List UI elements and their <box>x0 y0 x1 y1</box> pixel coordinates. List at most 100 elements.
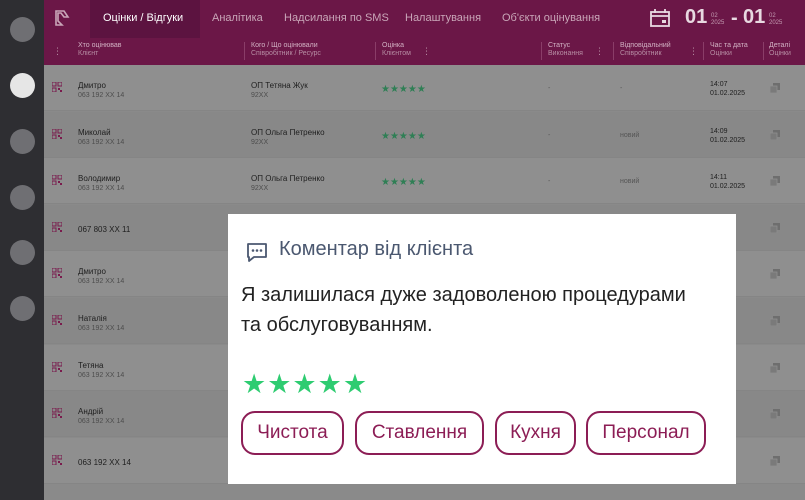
tab-objects[interactable]: Об'єкти оцінування <box>502 12 600 24</box>
qr-code-icon[interactable] <box>52 175 62 186</box>
table-header: ⋮ Хто оцінював Клієнт Кого / Що оцінювали… <box>44 38 805 65</box>
details-icon[interactable] <box>770 316 780 326</box>
timestamp: 14:09 01.02.2025 <box>710 127 745 145</box>
details-icon[interactable] <box>770 362 780 373</box>
rail-nav-item[interactable] <box>10 17 35 42</box>
employee-code: 92XX <box>251 185 269 193</box>
left-rail <box>0 0 44 500</box>
column-divider <box>541 42 542 60</box>
rail-nav-item-active[interactable] <box>10 73 35 98</box>
column-header-details[interactable]: Деталі Оцінки <box>769 42 791 58</box>
column-menu-icon[interactable]: ⋮ <box>53 46 62 57</box>
details-icon[interactable] <box>770 269 780 280</box>
column-title: Відповідальний <box>620 42 671 49</box>
logo-icon[interactable] <box>52 8 72 28</box>
qr-code-icon[interactable] <box>52 268 62 279</box>
client-phone: 063 192 XX 14 <box>78 278 125 286</box>
top-bar: Оцінки / Відгуки Аналітика Надсилання по… <box>44 0 805 38</box>
qr-code-icon[interactable] <box>52 221 62 232</box>
tab-settings[interactable]: Налаштування <box>405 12 481 24</box>
client-name: Наталія <box>78 314 107 323</box>
comment-text: Я залишилася дуже задоволеною процедурам… <box>241 284 686 336</box>
row-rating-stars: ★★★★★ <box>381 177 426 189</box>
column-subtitle: Співробітник <box>620 50 662 57</box>
date-separator: - <box>731 7 738 29</box>
client-phone: 063 192 XX 14 <box>78 457 131 467</box>
tag-cleanliness[interactable]: Чистота <box>241 411 344 455</box>
tag-staff[interactable]: Персонал <box>586 411 706 455</box>
column-menu-icon[interactable]: ⋮ <box>595 46 604 57</box>
column-subtitle: Співробітник / Ресурс <box>251 50 321 57</box>
column-title: Деталі <box>769 42 791 49</box>
row-rating-stars: ★★★★★ <box>381 84 426 95</box>
row-rating-stars: ★★★★★ <box>381 130 426 142</box>
modal-title: Коментар від клієнта <box>279 238 474 260</box>
details-icon[interactable] <box>770 409 780 420</box>
table-row[interactable]: Володимир 063 192 XX 14 ОП Ольга Петренко 9… <box>44 158 805 205</box>
client-phone: 063 192 XX 14 <box>78 371 125 379</box>
client-phone: 063 192 XX 14 <box>78 185 125 193</box>
client-name: Дмитро <box>78 81 106 90</box>
column-divider <box>703 42 704 60</box>
column-title: Хто оцінював <box>78 42 122 49</box>
qr-code-icon[interactable] <box>52 315 62 325</box>
qr-code-icon[interactable] <box>52 128 62 139</box>
time-value: 14:09 <box>710 127 728 135</box>
column-divider <box>763 42 764 60</box>
rating-stars: ★★★★★ <box>242 369 369 399</box>
column-divider <box>244 42 245 60</box>
employee-code: 92XX <box>251 92 269 99</box>
client-name: Миколай <box>78 127 111 137</box>
details-icon[interactable] <box>770 222 780 233</box>
column-header-employee[interactable]: Кого / Що оцінювали Співробітник / Ресурс <box>251 42 321 58</box>
status-value: - <box>548 131 551 139</box>
column-header-responsible[interactable]: Відповідальний Співробітник <box>620 42 671 58</box>
column-header-status[interactable]: Статус Виконання <box>548 42 583 58</box>
status-value: - <box>548 85 551 92</box>
column-subtitle: Виконання <box>548 50 583 57</box>
date-to-day[interactable]: 01 <box>743 6 765 29</box>
column-divider <box>375 42 376 60</box>
column-header-rating[interactable]: Оцінка Клієнтом <box>382 42 411 58</box>
calendar-icon[interactable] <box>650 9 670 27</box>
column-menu-icon[interactable]: ⋮ <box>422 46 431 57</box>
tab-reviews[interactable]: Оцінки / Відгуки <box>103 12 183 24</box>
employee-name: ОП Ольга Петренко <box>251 127 325 137</box>
column-menu-icon[interactable]: ⋮ <box>689 46 698 57</box>
table-row[interactable]: Миколай 063 192 XX 14 ОП Ольга Петренко 92X… <box>44 111 805 158</box>
column-title: Час та дата <box>710 42 748 49</box>
rail-nav-item[interactable] <box>10 296 35 321</box>
details-icon[interactable] <box>770 129 780 140</box>
tab-analytics[interactable]: Аналітика <box>212 12 263 24</box>
column-subtitle: Клієнт <box>78 50 99 57</box>
qr-code-icon[interactable] <box>52 408 62 419</box>
tag-attitude[interactable]: Ставлення <box>355 411 484 455</box>
date-to-month: 02 <box>769 13 776 19</box>
date-from-day[interactable]: 01 <box>685 6 707 29</box>
client-name: Андрій <box>78 407 104 417</box>
column-header-time[interactable]: Час та дата Оцінки <box>710 42 748 58</box>
client-phone: 067 803 XX 11 <box>78 224 131 234</box>
tab-sms[interactable]: Надсилання по SMS <box>284 12 389 24</box>
column-header-client[interactable]: Хто оцінював Клієнт <box>78 42 121 58</box>
time-value: 14:11 <box>710 174 727 182</box>
details-icon[interactable] <box>770 176 780 187</box>
time-value: 14:07 <box>710 81 728 88</box>
tag-kitchen[interactable]: Кухня <box>495 411 576 455</box>
rail-nav-item[interactable] <box>10 129 35 154</box>
client-name: Тетяна <box>78 360 104 370</box>
column-subtitle: Оцінки <box>769 50 791 57</box>
rail-nav-item[interactable] <box>10 185 35 210</box>
rail-nav-item[interactable] <box>10 240 35 265</box>
qr-code-icon[interactable] <box>52 82 62 92</box>
employee-name: ОП Тетяна Жук <box>251 81 308 90</box>
comment-icon <box>247 243 267 262</box>
qr-code-icon[interactable] <box>52 454 62 465</box>
status-value: - <box>548 178 551 186</box>
table-row[interactable]: Дмитро 063 192 XX 14 ОП Тетяна Жук 92XX ★★★★… <box>44 65 805 111</box>
details-icon[interactable] <box>770 455 780 466</box>
column-subtitle: Клієнтом <box>382 50 411 57</box>
qr-code-icon[interactable] <box>52 361 62 372</box>
date-value: 01.02.2025 <box>710 136 746 144</box>
details-icon[interactable] <box>770 83 780 93</box>
